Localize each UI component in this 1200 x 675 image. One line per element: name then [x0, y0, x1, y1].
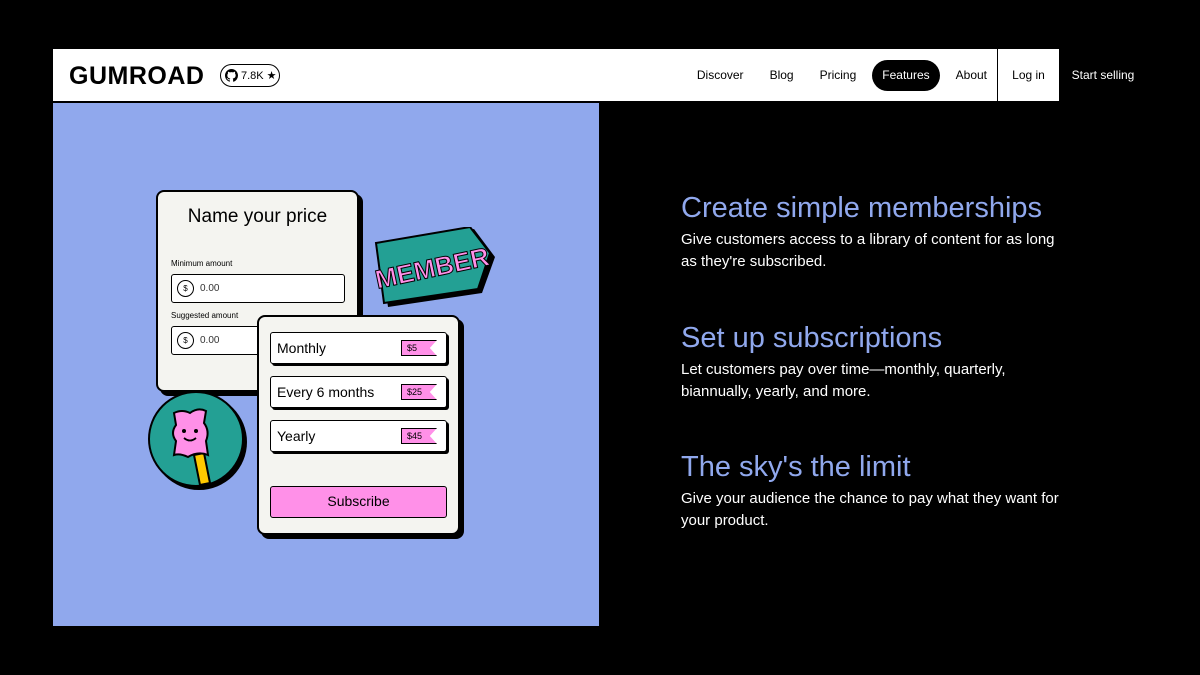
star-icon: ★ — [266, 70, 277, 82]
nav-discover[interactable]: Discover — [687, 60, 754, 91]
feature-description: Give your audience the chance to pay wha… — [681, 490, 1059, 529]
dollar-icon: $ — [177, 280, 194, 297]
features-panel: Create simple memberships Give customers… — [599, 103, 1147, 626]
site-header: GUMROAD 7.8K ★ Discover Blog Pricing Fea… — [53, 49, 1147, 102]
plan-name: Yearly — [277, 428, 316, 444]
plan-option-monthly: Monthly $5 — [270, 332, 447, 364]
feature-sky-limit: The sky's the limit Give your audience t… — [681, 450, 1081, 532]
plan-option-6-months: Every 6 months $25 — [270, 376, 447, 408]
login-link[interactable]: Log in — [997, 49, 1059, 102]
minimum-amount-value: 0.00 — [200, 283, 220, 294]
feature-title: Create simple memberships — [681, 192, 1043, 224]
main-nav: Discover Blog Pricing Features About — [687, 60, 997, 91]
start-selling-button[interactable]: Start selling — [1059, 49, 1147, 102]
subscription-card: Monthly $5 Every 6 months $25 Yearly $45… — [257, 315, 460, 535]
suggested-amount-value: 0.00 — [200, 335, 220, 346]
minimum-amount-field: $ 0.00 — [171, 274, 345, 303]
feature-subscriptions: Set up subscriptions Let customers pay o… — [681, 321, 1081, 403]
price-card-title: Name your price — [187, 206, 328, 227]
minimum-amount-label: Minimum amount — [171, 259, 233, 268]
illustration-panel: Name your price Minimum amount $ 0.00 Su… — [53, 103, 599, 626]
github-stars-badge[interactable]: 7.8K ★ — [220, 64, 280, 87]
member-tag-sticker: MEMBER — [374, 227, 495, 307]
feature-title: Set up subscriptions — [681, 322, 943, 354]
smiley-sticker — [148, 391, 244, 487]
plan-price-tag: $45 — [401, 428, 437, 444]
github-stars-count: 7.8K — [241, 69, 264, 82]
dollar-icon: $ — [177, 332, 194, 349]
nav-blog[interactable]: Blog — [760, 60, 804, 91]
feature-memberships: Create simple memberships Give customers… — [681, 191, 1081, 273]
github-icon — [225, 69, 238, 82]
plan-name: Every 6 months — [277, 384, 375, 400]
subscribe-button-illustration: Subscribe — [270, 486, 447, 518]
nav-about[interactable]: About — [946, 60, 997, 91]
feature-description: Let customers pay over time—monthly, qua… — [681, 361, 1006, 400]
smiley-flag-icon — [172, 408, 212, 487]
plan-price-tag: $5 — [401, 340, 437, 356]
plan-option-yearly: Yearly $45 — [270, 420, 447, 452]
feature-title: The sky's the limit — [681, 451, 911, 483]
page-frame: GUMROAD 7.8K ★ Discover Blog Pricing Fea… — [53, 49, 1147, 626]
plan-price-tag: $25 — [401, 384, 437, 400]
gumroad-logo[interactable]: GUMROAD — [69, 62, 204, 91]
plan-name: Monthly — [277, 340, 327, 356]
nav-pricing[interactable]: Pricing — [810, 60, 867, 91]
nav-features[interactable]: Features — [872, 60, 940, 91]
suggested-amount-label: Suggested amount — [171, 311, 239, 320]
feature-description: Give customers access to a library of co… — [681, 231, 1055, 270]
